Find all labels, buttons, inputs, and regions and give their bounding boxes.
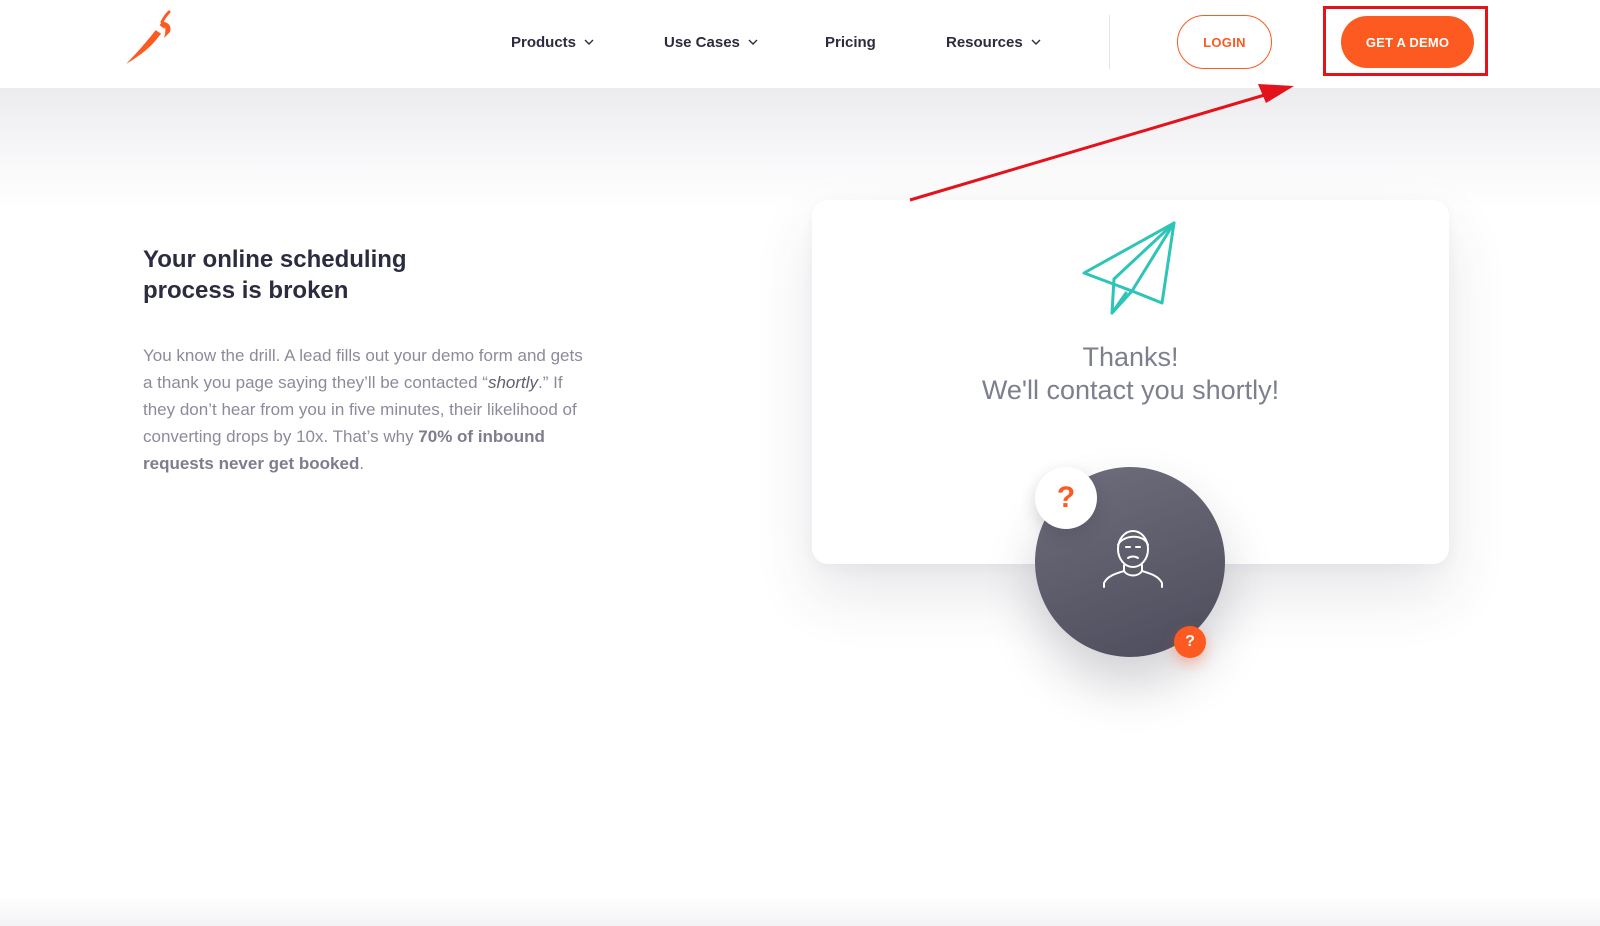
annotation-highlight-box bbox=[1323, 6, 1488, 76]
nav-divider bbox=[1109, 15, 1110, 69]
nav-resources[interactable]: Resources bbox=[946, 30, 1041, 54]
nav-pricing[interactable]: Pricing bbox=[825, 30, 876, 54]
nav-products-label: Products bbox=[511, 33, 577, 51]
question-mark-badge-small: ? bbox=[1174, 626, 1206, 658]
nav-pricing-label: Pricing bbox=[825, 33, 876, 51]
nav-products[interactable]: Products bbox=[511, 30, 594, 54]
question-mark-badge-large: ? bbox=[1035, 467, 1097, 529]
emphasis-shortly: shortly bbox=[487, 373, 539, 392]
nav-resources-label: Resources bbox=[946, 33, 1023, 51]
thanks-subtitle: We'll contact you shortly! bbox=[981, 375, 1280, 405]
hero-body-copy: You know the drill. A lead fills out you… bbox=[143, 346, 583, 473]
footer-shade bbox=[0, 896, 1600, 926]
nav-use-cases[interactable]: Use Cases bbox=[664, 30, 758, 54]
thanks-title: Thanks! bbox=[1082, 342, 1179, 372]
hero-background-band bbox=[0, 88, 1600, 208]
login-button[interactable]: LOGIN bbox=[1177, 15, 1272, 69]
chili-pepper-icon[interactable] bbox=[122, 10, 178, 66]
nav-use-cases-label: Use Cases bbox=[664, 33, 740, 51]
chevron-down-icon bbox=[748, 39, 758, 45]
paper-plane-icon bbox=[1082, 221, 1176, 315]
hero-headline: Your online scheduling process is broken bbox=[143, 246, 407, 304]
chevron-down-icon bbox=[1031, 39, 1041, 45]
sad-person-icon bbox=[1103, 530, 1163, 588]
chevron-down-icon bbox=[584, 39, 594, 45]
